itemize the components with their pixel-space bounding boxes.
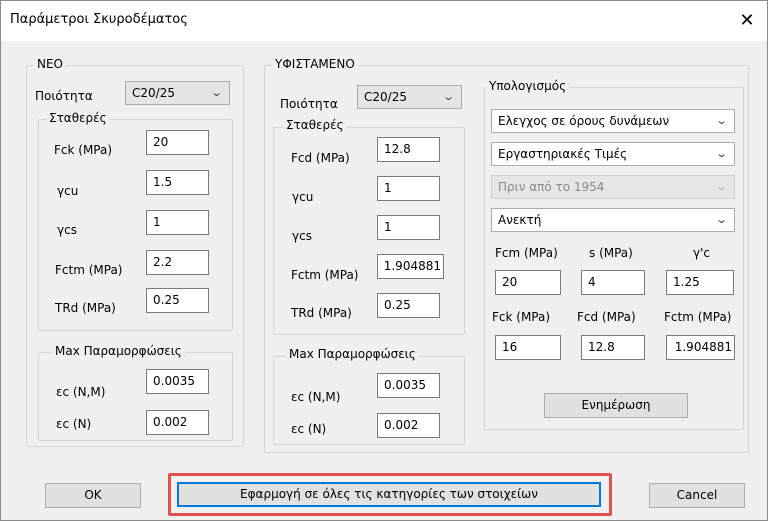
existing-gcs-label: γcs (292, 229, 312, 243)
neo-gcu-label: γcu (57, 184, 79, 198)
existing-strains-label: Max Παραμορφώσεις (286, 347, 419, 361)
existing-fcd-label: Fcd (MPa) (291, 151, 350, 165)
calc-fcm-label: Fcm (MPa) (495, 246, 558, 260)
neo-gcs-label: γcs (57, 223, 77, 237)
neo-trd-input[interactable]: 0.25 (146, 288, 209, 313)
calc-gc-input[interactable]: 1.25 (666, 270, 734, 295)
neo-fctm-input[interactable]: 2.2 (146, 250, 209, 275)
existing-quality-label: Ποιότητα (280, 97, 338, 111)
calculation-method-select[interactable]: Ελεγχος σε όρους δυνάμεων ⌄ (491, 109, 735, 133)
concrete-parameters-dialog: Παράμετροι Σκυροδέματος ✕ ΝΕΟ Ποιότητα C… (0, 0, 768, 521)
chevron-down-icon: ⌄ (209, 86, 223, 99)
neo-quality-select[interactable]: C20/25 ⌄ (125, 81, 230, 105)
existing-trd-label: TRd (MPa) (291, 306, 352, 320)
cancel-button[interactable]: Cancel (649, 483, 745, 508)
existing-fctm-label: Fctm (MPa) (291, 268, 359, 282)
calc-gc-label: γ'c (693, 246, 710, 260)
existing-quality-select[interactable]: C20/25 ⌄ (357, 85, 462, 109)
neo-ecn-label: εc (N) (56, 417, 92, 431)
apply-to-all-button[interactable]: Εφαρμογή σε όλες τις κατηγορίες των στοι… (177, 482, 601, 507)
neo-fck-label: Fck (MPa) (54, 143, 113, 157)
calc-fcm-input[interactable]: 20 (495, 270, 561, 295)
existing-gcs-input[interactable]: 1 (377, 215, 440, 240)
ok-button[interactable]: OK (45, 483, 141, 508)
chevron-down-icon: ⌄ (714, 180, 728, 193)
value-source-select[interactable]: Εργαστηριακές Τιμές ⌄ (491, 142, 735, 166)
tolerance-select[interactable]: Ανεκτή ⌄ (491, 208, 735, 232)
calc-fck-input[interactable]: 16 (495, 335, 561, 360)
neo-trd-label: TRd (MPa) (55, 301, 116, 315)
neo-ecn-input[interactable]: 0.002 (146, 410, 209, 435)
close-icon[interactable]: ✕ (727, 1, 767, 41)
existing-fctm-input[interactable]: 1.904881 (377, 254, 444, 279)
existing-trd-input[interactable]: 0.25 (377, 293, 440, 318)
calc-s-input[interactable]: 4 (581, 270, 645, 295)
neo-strains-label: Max Παραμορφώσεις (52, 344, 185, 358)
era-select: Πριν από το 1954 ⌄ (491, 175, 735, 199)
existing-ecn-label: εc (N) (291, 422, 327, 436)
neo-fck-input[interactable]: 20 (146, 130, 209, 155)
neo-ecnm-label: εc (N,M) (56, 385, 106, 399)
existing-gcu-input[interactable]: 1 (377, 176, 440, 201)
existing-gcu-label: γcu (292, 190, 314, 204)
existing-constants-label: Σταθερές (283, 118, 347, 132)
existing-ecn-input[interactable]: 0.002 (377, 413, 440, 438)
title-bar: Παράμετροι Σκυροδέματος ✕ (1, 1, 767, 41)
neo-gcu-input[interactable]: 1.5 (146, 170, 209, 195)
calc-fctm-input[interactable]: 1.904881 (666, 335, 735, 360)
group-existing-label: ΥΦΙΣΤΑΜΕΝΟ (272, 57, 358, 71)
existing-ecnm-input[interactable]: 0.0035 (377, 373, 440, 398)
chevron-down-icon: ⌄ (714, 114, 728, 127)
group-neo-label: ΝΕΟ (34, 57, 67, 71)
calc-fcd-input[interactable]: 12.8 (581, 335, 645, 360)
existing-fcd-input[interactable]: 12.8 (377, 137, 440, 162)
calc-fck-label: Fck (MPa) (492, 310, 551, 324)
chevron-down-icon: ⌄ (714, 213, 728, 226)
calc-s-label: s (MPa) (589, 246, 633, 260)
existing-ecnm-label: εc (N,M) (291, 390, 341, 404)
chevron-down-icon: ⌄ (714, 147, 728, 160)
update-button[interactable]: Ενημέρωση (544, 393, 688, 418)
neo-fctm-label: Fctm (MPa) (55, 263, 123, 277)
neo-gcs-input[interactable]: 1 (146, 210, 209, 235)
chevron-down-icon: ⌄ (441, 90, 455, 103)
calc-fcd-label: Fcd (MPa) (577, 310, 636, 324)
neo-constants-label: Σταθερές (46, 111, 110, 125)
calculation-label: Υπολογισμός (486, 79, 570, 93)
dialog-title: Παράμετροι Σκυροδέματος (10, 12, 188, 27)
neo-ecnm-input[interactable]: 0.0035 (146, 369, 209, 394)
calc-fctm-label: Fctm (MPa) (664, 310, 732, 324)
neo-quality-label: Ποιότητα (35, 89, 93, 103)
